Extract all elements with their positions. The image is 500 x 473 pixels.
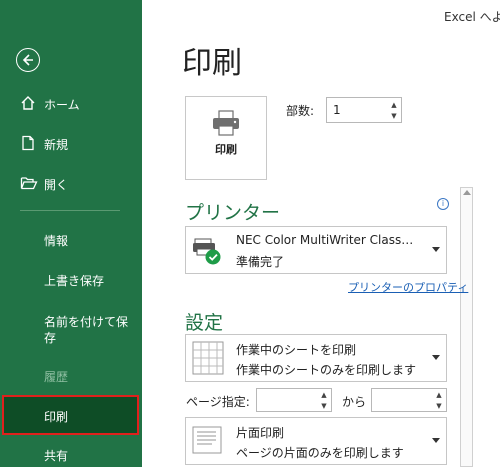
printer-icon xyxy=(213,110,239,136)
print-what-title: 作業中のシートを印刷 xyxy=(236,343,357,357)
print-sides-title: 片面印刷 xyxy=(236,426,285,440)
decrement-icon[interactable]: ▼ xyxy=(434,401,444,411)
copies-stepper[interactable]: 1 ▲ ▼ xyxy=(326,97,402,123)
printer-status: 準備完了 xyxy=(236,255,285,269)
open-folder-icon xyxy=(20,175,38,193)
vertical-scrollbar[interactable] xyxy=(460,187,473,467)
sidebar-item-label: 名前を付けて保存 xyxy=(44,315,129,345)
copies-value: 1 xyxy=(333,103,341,117)
window-title: Excel へよう xyxy=(444,10,500,24)
decrement-icon[interactable]: ▼ xyxy=(389,111,399,121)
print-button-label: 印刷 xyxy=(215,143,237,156)
sidebar-item-label: 印刷 xyxy=(44,410,69,424)
printer-ready-icon xyxy=(192,235,222,271)
increment-icon[interactable]: ▲ xyxy=(434,390,444,400)
increment-icon[interactable]: ▲ xyxy=(389,100,399,110)
sidebar-item-label: 上書き保存 xyxy=(44,274,105,288)
increment-icon[interactable]: ▲ xyxy=(319,390,329,400)
chevron-down-icon xyxy=(432,355,440,360)
sidebar-item-home[interactable]: ホーム xyxy=(0,86,142,122)
sidebar-item-history: 履歴 xyxy=(0,358,142,394)
sidebar-item-info[interactable]: 情報 xyxy=(0,222,142,258)
sidebar-item-save-as[interactable]: 名前を付けて保存 xyxy=(0,308,142,348)
print-button[interactable]: 印刷 xyxy=(185,96,267,180)
printer-properties-link[interactable]: プリンターのプロパティ xyxy=(348,279,468,295)
printer-dropdown[interactable]: NEC Color MultiWriter Class… 準備完了 xyxy=(185,226,447,274)
sidebar-item-print[interactable]: 印刷 xyxy=(2,395,139,435)
print-what-description: 作業中のシートのみを印刷します xyxy=(236,363,417,377)
scroll-up-icon[interactable] xyxy=(463,190,471,195)
sidebar-item-label: 共有 xyxy=(44,449,69,463)
sidebar-item-label: 情報 xyxy=(44,234,69,248)
sidebar-item-open[interactable]: 開く xyxy=(0,166,142,202)
sidebar-divider xyxy=(20,210,120,211)
chevron-down-icon xyxy=(432,438,440,443)
print-sides-description: ページの片面のみを印刷します xyxy=(236,446,404,460)
sheet-grid-icon xyxy=(192,341,224,379)
pages-to-stepper[interactable]: ▲ ▼ xyxy=(371,388,447,412)
info-icon[interactable]: i xyxy=(437,198,449,210)
settings-heading: 設定 xyxy=(185,312,224,334)
sidebar-item-label: 履歴 xyxy=(44,370,69,384)
home-icon xyxy=(20,95,38,113)
sidebar-item-label: 新規 xyxy=(44,138,69,152)
printer-heading: プリンター xyxy=(185,202,281,224)
printer-name: NEC Color MultiWriter Class… xyxy=(236,233,414,247)
one-sided-icon xyxy=(192,426,226,460)
new-document-icon xyxy=(20,135,38,153)
decrement-icon[interactable]: ▼ xyxy=(319,401,329,411)
copies-label: 部数: xyxy=(286,104,315,118)
pages-from-stepper[interactable]: ▲ ▼ xyxy=(256,388,332,412)
sidebar-item-share[interactable]: 共有 xyxy=(0,437,142,473)
print-what-dropdown[interactable]: 作業中のシートを印刷 作業中のシートのみを印刷します xyxy=(185,334,447,382)
sidebar-item-new[interactable]: 新規 xyxy=(0,126,142,162)
sidebar-item-label: 開く xyxy=(44,178,69,192)
page-title: 印刷 xyxy=(182,46,242,81)
sidebar-item-save[interactable]: 上書き保存 xyxy=(0,262,142,298)
sidebar-item-label: ホーム xyxy=(44,98,80,112)
pages-to-label: から xyxy=(342,395,367,409)
pages-label: ページ指定: xyxy=(186,395,250,409)
backstage-sidebar: ホーム 新規 開く 情報 上書き保存 名前を付けて保存 履歴 印刷 共有 xyxy=(0,0,142,467)
print-sides-dropdown[interactable]: 片面印刷 ページの片面のみを印刷します xyxy=(185,417,447,465)
chevron-down-icon xyxy=(432,247,440,252)
back-arrow-icon[interactable] xyxy=(16,48,40,72)
